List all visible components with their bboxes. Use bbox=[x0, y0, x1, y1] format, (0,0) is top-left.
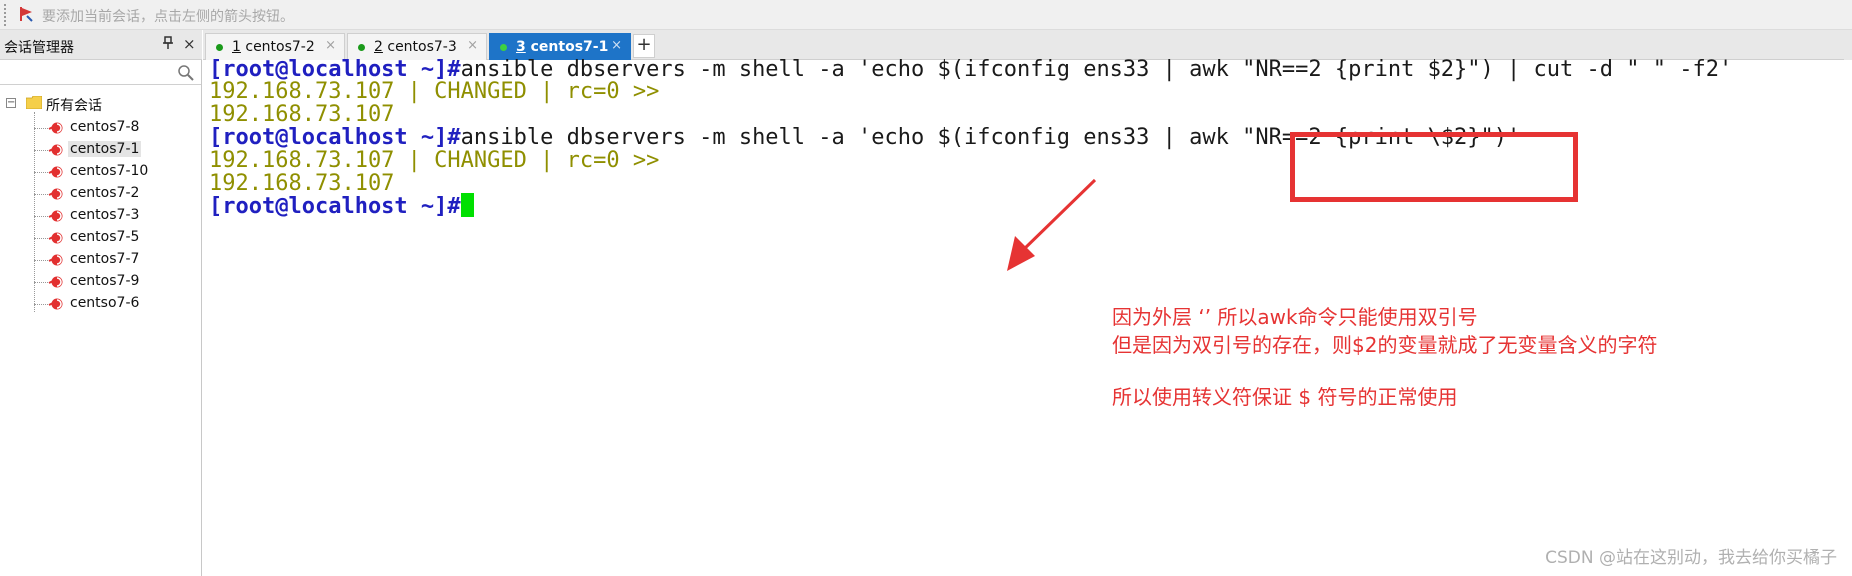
sidebar-item-label: centos7-3 bbox=[70, 207, 140, 223]
tab-close-icon[interactable]: × bbox=[325, 38, 336, 53]
sidebar-item-label: centos7-2 bbox=[70, 185, 140, 201]
pin-icon[interactable] bbox=[163, 36, 173, 54]
tabbar-edge bbox=[1844, 30, 1852, 60]
terminal-cursor bbox=[460, 193, 474, 217]
sidebar-item-label: centos7-1 bbox=[68, 141, 142, 157]
session-search-input[interactable] bbox=[0, 61, 201, 85]
sidebar-item-centos7-5[interactable]: centos7-5 bbox=[34, 228, 200, 250]
connection-status-dot bbox=[358, 44, 365, 51]
collapse-icon[interactable]: − bbox=[6, 98, 16, 108]
sidebar-item-centos7-10[interactable]: centos7-10 bbox=[34, 162, 200, 184]
tree-root-all-sessions[interactable]: − 所有会话 bbox=[0, 94, 200, 116]
tree-connector bbox=[34, 150, 48, 151]
session-manager-header: 会话管理器 × bbox=[0, 30, 202, 60]
annotation-arrow-icon bbox=[1007, 178, 1097, 271]
sidebar-item-label: centos7-5 bbox=[70, 229, 140, 245]
terminal-view[interactable]: [root@localhost ~]#ansible dbservers -m … bbox=[203, 57, 1852, 576]
add-session-arrow-icon[interactable] bbox=[20, 6, 34, 22]
session-hint-text: 要添加当前会话，点击左侧的箭头按钮。 bbox=[42, 9, 294, 25]
close-icon[interactable]: × bbox=[183, 35, 196, 53]
tree-root-label: 所有会话 bbox=[46, 98, 102, 114]
session-manager-panel: 会话管理器 × − 所有会话 centos7-8 centos7-1 cento… bbox=[0, 30, 202, 576]
annotation-highlight-box bbox=[1290, 132, 1578, 202]
sidebar-item-label: centos7-10 bbox=[70, 163, 149, 179]
sidebar-item-centos7-2[interactable]: centos7-2 bbox=[34, 184, 200, 206]
grip-handle[interactable] bbox=[4, 4, 8, 26]
csdn-watermark: CSDN @站在这别动，我去给你买橘子 bbox=[1545, 548, 1837, 568]
tree-connector bbox=[34, 172, 48, 173]
tab-label: 2 centos7-3 bbox=[374, 39, 457, 55]
annotation-note-line-3: 所以使用转义符保证 $ 符号的正常使用 bbox=[1112, 385, 1458, 409]
sidebar-item-centos7-1[interactable]: centos7-1 bbox=[34, 140, 200, 162]
annotation-note-line-1: 因为外层 ‘’ 所以awk命令只能使用双引号 bbox=[1112, 305, 1478, 329]
tree-connector bbox=[34, 238, 48, 239]
sidebar-item-centos7-8[interactable]: centos7-8 bbox=[34, 118, 200, 140]
tab-label: 3 centos7-1 bbox=[516, 39, 609, 55]
tree-connector bbox=[34, 260, 48, 261]
session-icon bbox=[48, 276, 63, 288]
session-icon bbox=[48, 210, 63, 222]
session-icon bbox=[48, 232, 63, 244]
sidebar-item-label: centos7-8 bbox=[70, 119, 140, 135]
connection-status-dot bbox=[500, 44, 507, 51]
sidebar-item-centso7-6[interactable]: centso7-6 bbox=[34, 294, 200, 316]
sidebar-item-centos7-9[interactable]: centos7-9 bbox=[34, 272, 200, 294]
new-tab-button[interactable]: + bbox=[633, 34, 655, 58]
session-icon bbox=[48, 166, 63, 178]
shell-prompt: [root@localhost ~]# bbox=[209, 194, 461, 219]
sidebar-item-centos7-7[interactable]: centos7-7 bbox=[34, 250, 200, 272]
session-icon bbox=[48, 144, 63, 156]
folder-icon bbox=[26, 96, 42, 109]
sidebar-item-label: centos7-7 bbox=[70, 251, 140, 267]
tree-connector bbox=[34, 216, 48, 217]
terminal-line-7: [root@localhost ~]# bbox=[209, 193, 474, 220]
session-icon bbox=[48, 254, 63, 266]
tree-connector bbox=[34, 282, 48, 283]
tree-connector bbox=[34, 304, 48, 305]
tree-connector bbox=[34, 128, 48, 129]
tab-label: 1 centos7-2 bbox=[232, 39, 315, 55]
connection-status-dot bbox=[216, 44, 223, 51]
session-hint-bar: 要添加当前会话，点击左侧的箭头按钮。 bbox=[0, 0, 1852, 30]
search-icon[interactable] bbox=[177, 64, 195, 82]
tree-connector bbox=[34, 194, 48, 195]
session-manager-title: 会话管理器 bbox=[4, 40, 74, 56]
session-icon bbox=[48, 188, 63, 200]
session-icon bbox=[48, 298, 63, 310]
sidebar-item-label: centso7-6 bbox=[70, 295, 140, 311]
tab-close-icon[interactable]: × bbox=[467, 38, 478, 53]
annotation-note-line-2: 但是因为双引号的存在，则$2的变量就成了无变量含义的字符 bbox=[1112, 333, 1658, 357]
tab-close-icon[interactable]: × bbox=[611, 38, 622, 53]
sidebar-item-label: centos7-9 bbox=[70, 273, 140, 289]
session-icon bbox=[48, 122, 63, 134]
sidebar-item-centos7-3[interactable]: centos7-3 bbox=[34, 206, 200, 228]
